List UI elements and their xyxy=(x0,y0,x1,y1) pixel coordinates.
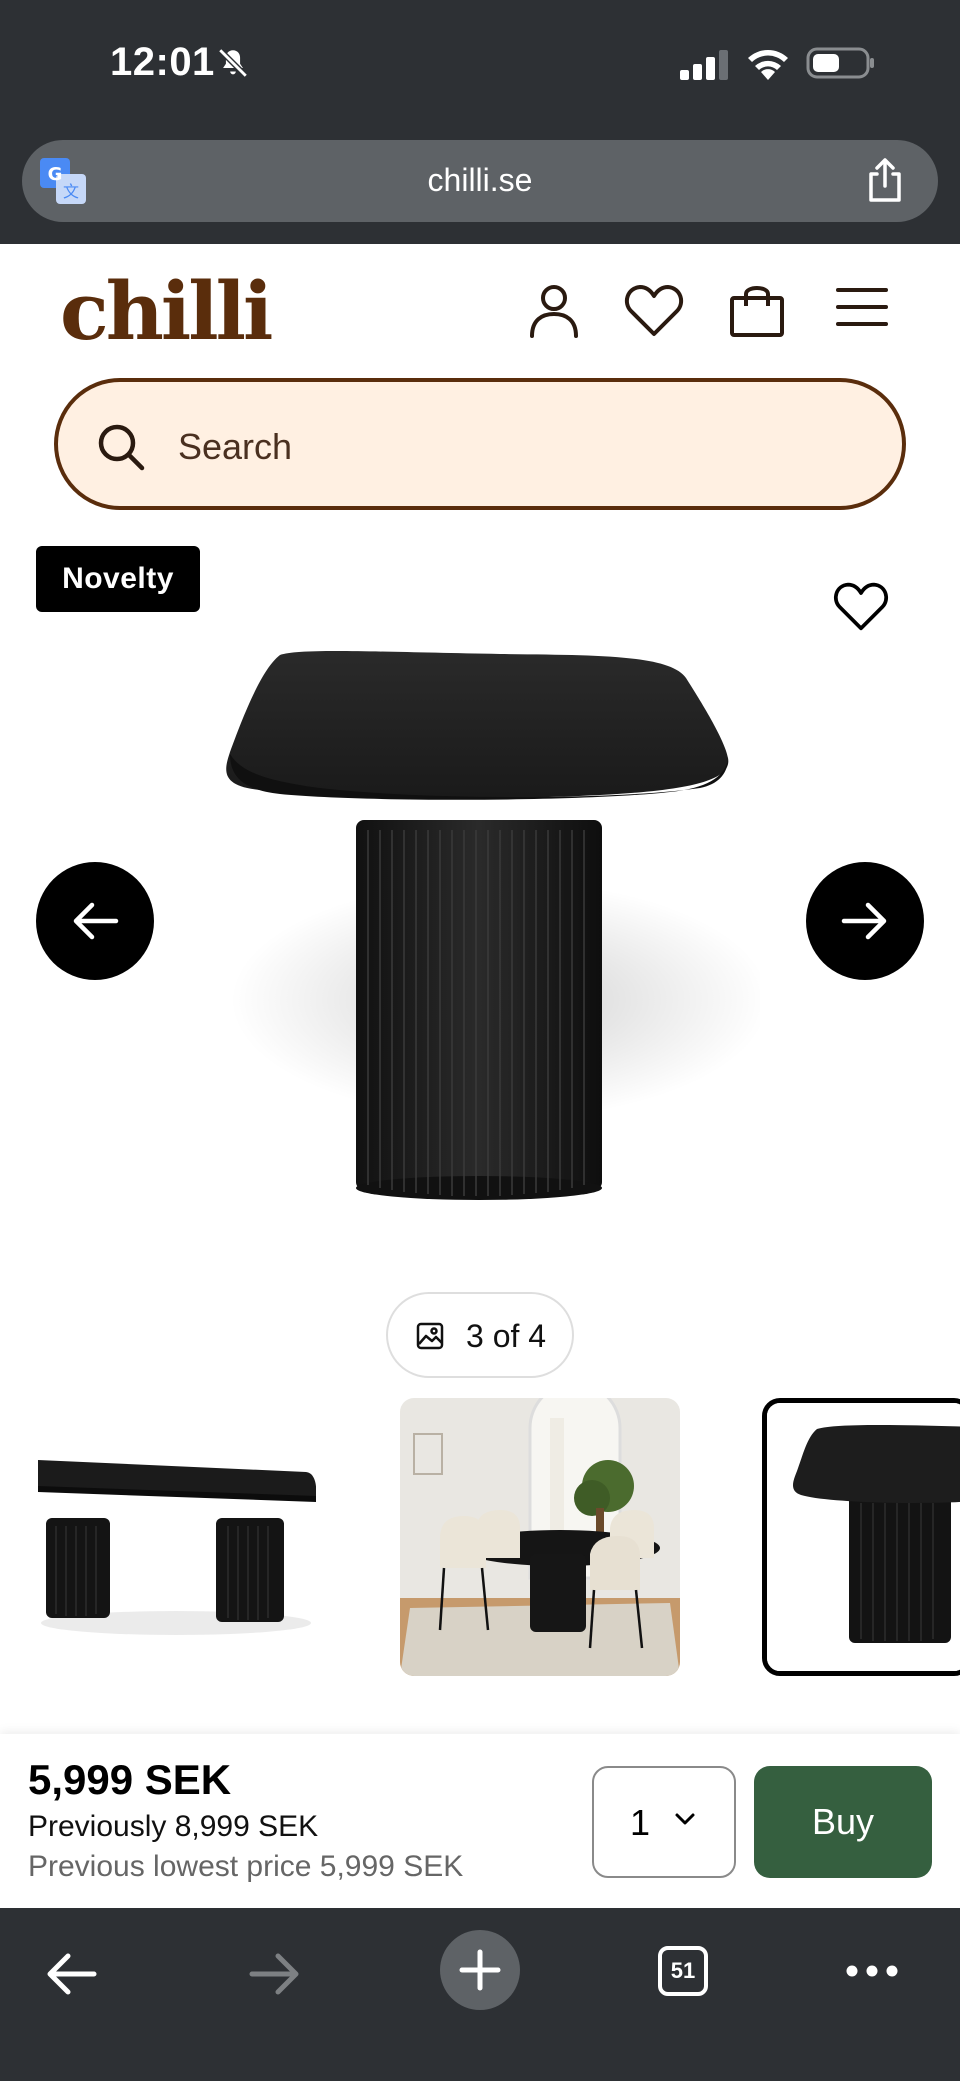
thumbnail-image xyxy=(767,1403,960,1671)
thumbnail-2-dining-room[interactable] xyxy=(400,1398,680,1676)
quantity-select[interactable]: 1 xyxy=(592,1766,736,1878)
arrow-right-icon xyxy=(841,902,887,940)
address-bar[interactable]: G 文 chilli.se xyxy=(22,140,938,222)
forward-arrow-icon[interactable] xyxy=(248,1952,302,1996)
browser-top-chrome: 12:01 G 文 chilli.se xyxy=(0,0,960,244)
lowest-price: Previous lowest price 5,999 SEK xyxy=(28,1850,464,1883)
image-counter: 3 of 4 xyxy=(386,1292,574,1378)
product-image-dining-table xyxy=(226,651,760,1200)
new-tab-button[interactable] xyxy=(440,1930,520,2010)
current-price: 5,999 SEK xyxy=(28,1756,232,1803)
thumbnail-3-selected[interactable] xyxy=(762,1398,960,1676)
share-icon[interactable] xyxy=(864,156,906,204)
plus-icon xyxy=(459,1949,501,1991)
site-header: chilli xyxy=(0,244,960,384)
url-text: chilli.se xyxy=(427,162,533,198)
wifi-icon xyxy=(748,50,788,80)
quantity-value: 1 xyxy=(630,1802,651,1843)
browser-bottom-toolbar: 51 xyxy=(0,1908,960,2081)
image-counter-text: 3 of 4 xyxy=(466,1318,547,1354)
tabs-button[interactable]: 51 xyxy=(658,1946,708,1996)
novelty-badge: Novelty xyxy=(36,546,200,612)
thumbnail-image xyxy=(36,1398,316,1676)
search-placeholder: Search xyxy=(178,426,293,467)
account-icon[interactable] xyxy=(528,282,580,338)
status-time: 12:01 xyxy=(110,40,215,84)
chevron-down-icon xyxy=(675,1813,695,1825)
chilli-logo[interactable]: chilli xyxy=(60,264,273,358)
cellular-signal-icon xyxy=(680,50,728,80)
thumbnail-1-bench[interactable] xyxy=(36,1398,316,1676)
previous-price: Previously 8,999 SEK xyxy=(28,1810,319,1843)
heart-icon[interactable] xyxy=(624,282,684,338)
purchase-bar: 5,999 SEK Previously 8,999 SEK Previous … xyxy=(0,1734,960,1908)
buy-button[interactable]: Buy xyxy=(754,1766,932,1878)
more-options-icon[interactable] xyxy=(846,1964,898,1978)
previous-image-button[interactable] xyxy=(36,862,154,980)
search-icon xyxy=(98,424,145,471)
image-icon xyxy=(416,1322,444,1350)
arrow-left-icon xyxy=(73,902,119,940)
search-input[interactable]: Search xyxy=(54,378,906,510)
next-image-button[interactable] xyxy=(806,862,924,980)
shopping-bag-icon[interactable] xyxy=(728,282,786,338)
bell-muted-icon xyxy=(218,48,248,78)
favorite-heart-icon[interactable] xyxy=(832,580,890,632)
battery-icon xyxy=(806,47,874,79)
hamburger-menu-icon[interactable] xyxy=(834,282,890,332)
thumbnail-image xyxy=(400,1398,680,1676)
back-arrow-icon[interactable] xyxy=(44,1952,98,1996)
